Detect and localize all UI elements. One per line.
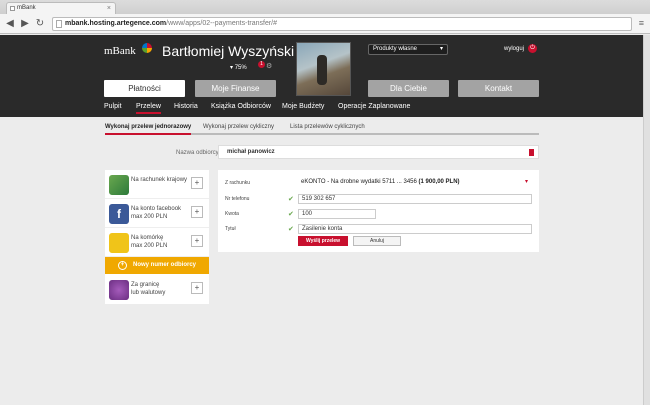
transfer-tabs: Wykonaj przelew jednorazowy Wykonaj prze… [105, 124, 539, 135]
tab-recurring-transfer[interactable]: Wykonaj przelew cykliczny [203, 124, 274, 130]
chevron-down-icon: ▾ [439, 46, 443, 52]
transfer-type-panel: Na rachunek krajowy + f Na konto faceboo… [105, 170, 209, 304]
main-content: Wykonaj przelew jednorazowy Wykonaj prze… [0, 117, 650, 405]
browser-tab[interactable]: mBank × [6, 2, 116, 14]
phone-input[interactable]: 519 302 657 [298, 194, 532, 204]
option-foreign-label: Za granicę lub walutowy [131, 282, 166, 296]
from-account-label: Z rachunku [225, 180, 251, 186]
phone-valid-check-icon: ✔ [288, 196, 294, 203]
address-bar[interactable]: mbank.hosting.artegence.com/www/apps/02-… [52, 17, 632, 31]
add-facebook-button[interactable]: + [191, 206, 203, 218]
tab-title: mBank [17, 5, 36, 11]
user-name: Bartłomiej Wyszyński [162, 43, 295, 59]
page-favicon-icon [10, 6, 15, 11]
page-scrollbar[interactable] [643, 35, 650, 405]
option-domestic[interactable]: Na rachunek krajowy + [105, 170, 209, 199]
recipient-value: michał panowicz [227, 149, 275, 155]
from-account-value: eKONTO - Na drobne wydatki 5711 ... 3456 [301, 179, 419, 185]
amount-input[interactable]: 100 [298, 209, 376, 219]
tab-moje-finanse[interactable]: Moje Finanse [195, 80, 276, 97]
facebook-icon: f [109, 204, 129, 224]
add-domestic-button[interactable]: + [191, 177, 203, 189]
subnav-operacje-zaplanowane[interactable]: Operacje Zaplanowane [338, 103, 410, 110]
option-foreign[interactable]: Za granicę lub walutowy + [105, 275, 209, 304]
title-input[interactable]: Zasilenie konta [298, 224, 532, 234]
bank-header: mBank Bartłomiej Wyszyński ▾ 75% 1 ⚙ Pro… [0, 35, 650, 117]
add-foreign-button[interactable]: + [191, 282, 203, 294]
back-icon[interactable]: ◀ [4, 18, 16, 30]
option-mobile[interactable]: Na komórkę max 200 PLN + [105, 228, 209, 257]
new-recipient-label: Nowy numer odbiorcy [133, 262, 197, 268]
browser-tabstrip: mBank × [0, 0, 650, 14]
from-account-select[interactable]: eKONTO - Na drobne wydatki 5711 ... 3456… [298, 177, 532, 188]
photo-figure [317, 55, 327, 85]
chevron-down-icon: ▾ [524, 179, 528, 185]
domestic-transfer-icon [109, 175, 129, 195]
wrench-icon[interactable]: ≡ [639, 18, 644, 28]
tab-recurring-list[interactable]: Lista przelewów cyklicznych [290, 124, 365, 130]
percent-value: 75% [234, 65, 247, 71]
mbank-logo-icon [142, 43, 152, 53]
tab-platnosci[interactable]: Płatności [104, 80, 185, 97]
subnav-moje-budzety[interactable]: Moje Budżety [282, 103, 324, 110]
plus-circle-icon: + [118, 261, 127, 270]
subnav-przelew[interactable]: Przelew [136, 103, 161, 114]
browser-toolbar: ◀ ▶ ↻ mbank.hosting.artegence.com/www/ap… [0, 14, 650, 34]
signal-stat: ▾ 75% [230, 65, 247, 71]
subnav-historia[interactable]: Historia [174, 103, 198, 110]
amount-label: Kwota [225, 211, 239, 217]
recipient-label: Nazwa odbiorcy [176, 150, 219, 156]
phone-label: Nr telefonu [225, 196, 250, 202]
from-account-balance: (1 900,00 PLN) [418, 179, 460, 185]
add-mobile-button[interactable]: + [191, 235, 203, 247]
title-valid-check-icon: ✔ [288, 226, 294, 233]
products-select-value: Produkty własne [373, 46, 418, 52]
logout-link[interactable]: wyloguj [504, 46, 524, 52]
tab-kontakt[interactable]: Kontakt [458, 80, 539, 97]
forward-icon[interactable]: ▶ [19, 18, 31, 30]
option-domestic-label: Na rachunek krajowy [131, 177, 188, 183]
recipient-field[interactable]: michał panowicz [218, 145, 539, 159]
mbank-logo[interactable]: mBank [104, 45, 136, 57]
tab-one-time-transfer[interactable]: Wykonaj przelew jednorazowy [105, 124, 192, 135]
products-select[interactable]: Produkty własne ▾ [368, 44, 448, 55]
reload-icon[interactable]: ↻ [34, 18, 46, 30]
subnav-pulpit[interactable]: Pulpit [104, 103, 122, 110]
option-facebook[interactable]: f Na konto facebook max 200 PLN + [105, 199, 209, 228]
tab-dla-ciebie[interactable]: Dla Ciebie [368, 80, 449, 97]
option-facebook-label: Na konto facebook max 200 PLN [131, 206, 182, 220]
title-label: Tytuł [225, 226, 236, 232]
send-transfer-button[interactable]: Wyślij przelew [298, 236, 348, 246]
power-icon[interactable]: ⏻ [528, 44, 537, 53]
amount-valid-check-icon: ✔ [288, 211, 294, 218]
new-recipient-button[interactable]: + Nowy numer odbiorcy [105, 257, 209, 274]
user-photo [296, 42, 351, 96]
subnav-ksiazka-odbiorcow[interactable]: Książka Odbiorców [211, 103, 271, 110]
notifications-badge[interactable]: 1 [258, 61, 265, 68]
url-domain: mbank.hosting.artegence.com [65, 20, 167, 27]
option-mobile-label: Na komórkę max 200 PLN [131, 235, 168, 249]
address-book-icon[interactable] [529, 149, 534, 156]
page-icon [56, 20, 62, 28]
url-path: /www/apps/02--payments-transfer/# [166, 20, 278, 27]
transfer-form: Z rachunku eKONTO - Na drobne wydatki 57… [218, 170, 539, 252]
close-tab-icon[interactable]: × [107, 3, 111, 14]
globe-icon [109, 280, 129, 300]
cancel-button[interactable]: Anuluj [353, 236, 401, 246]
mobile-phone-icon [109, 233, 129, 253]
settings-gear-icon[interactable]: ⚙ [266, 62, 272, 70]
